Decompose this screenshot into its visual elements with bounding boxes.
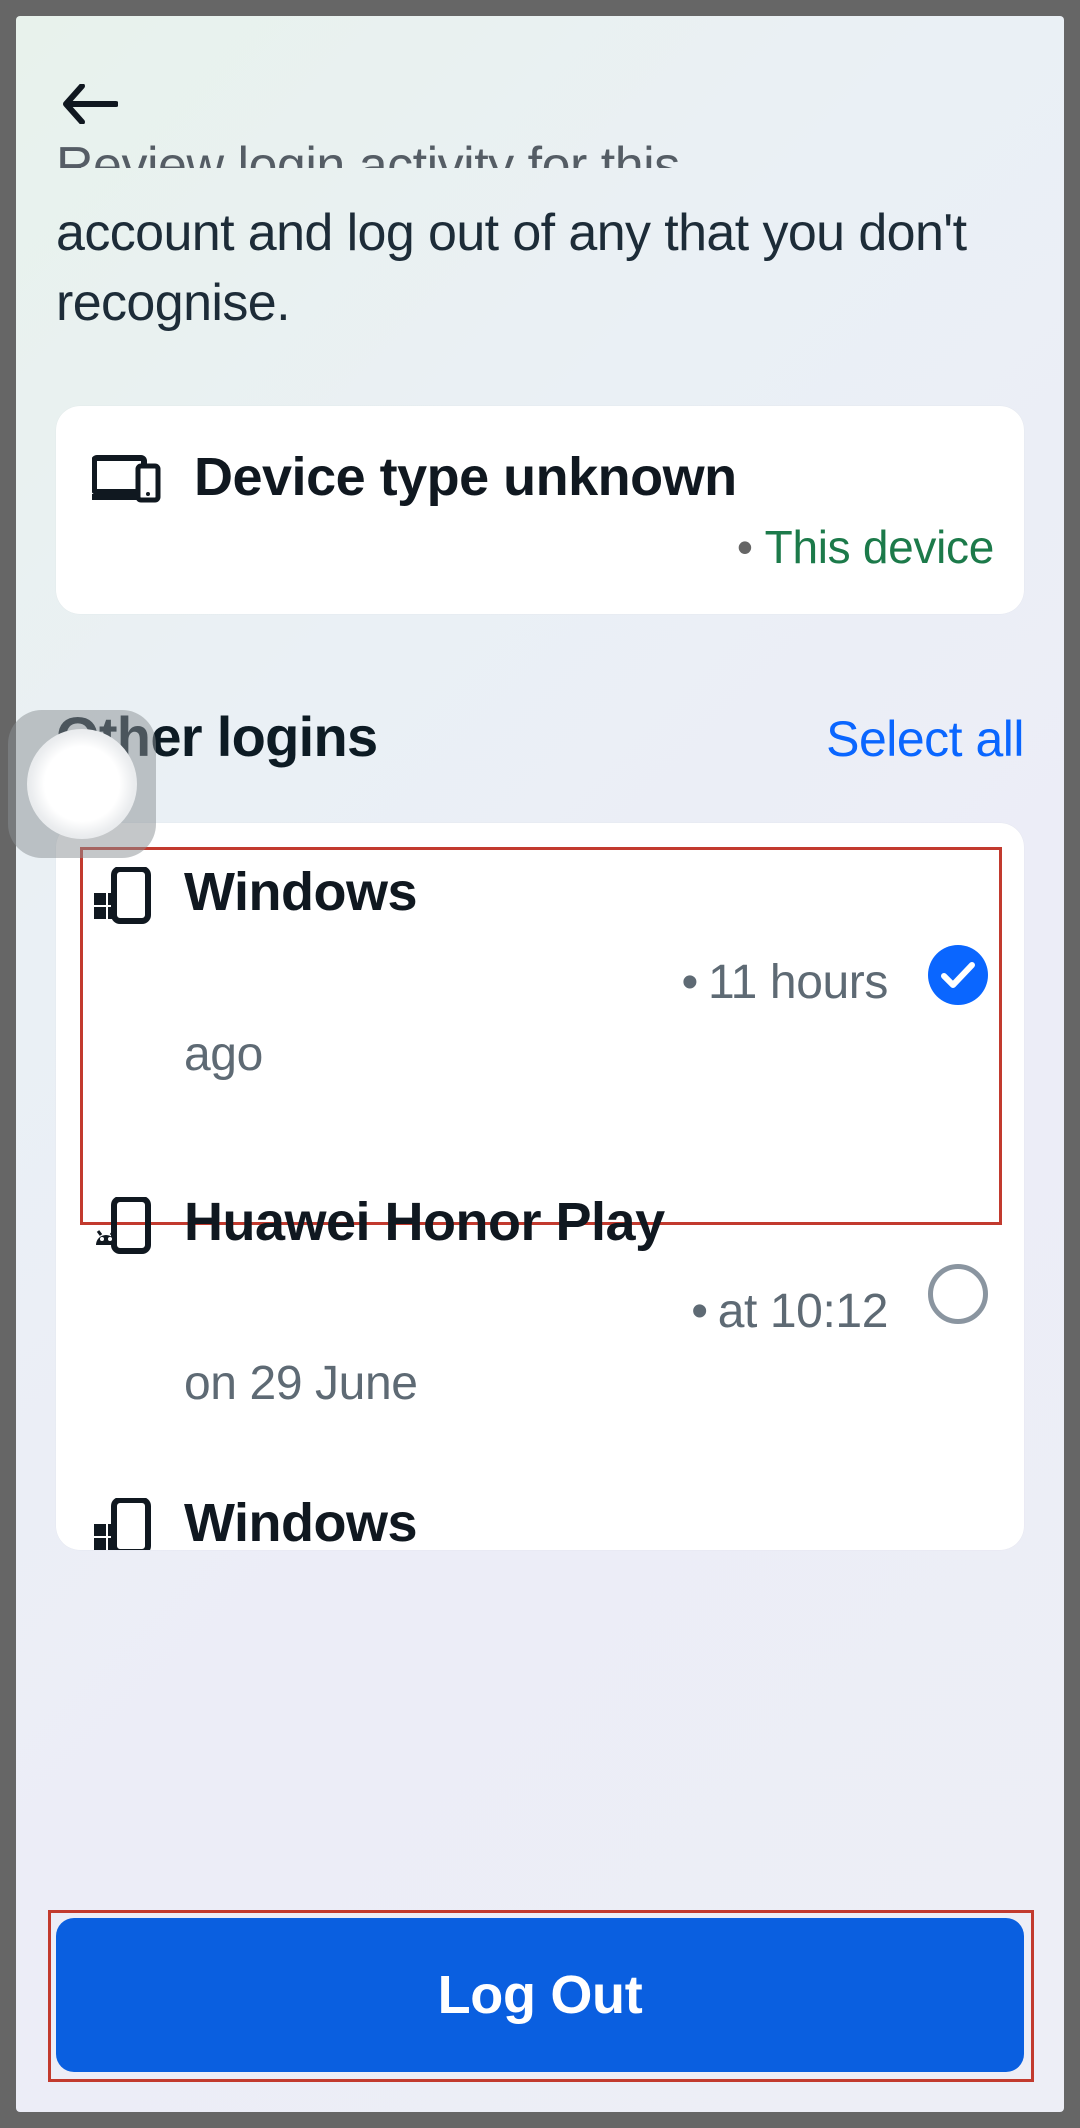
login-item-subtitle: •11 hours ago (184, 947, 894, 1091)
login-item-title: Windows (184, 859, 894, 927)
login-item-subtitle: •at 10:12 on 29 June (184, 1276, 894, 1420)
page-description: account and log out of any that you don'… (56, 198, 1024, 338)
windows-phone-icon (92, 1498, 152, 1550)
devices-icon (92, 452, 162, 509)
login-item-huawei[interactable]: Huawei Honor Play •at 10:12 on 29 June (56, 1127, 1024, 1461)
logout-button[interactable]: Log Out (56, 1918, 1024, 2072)
login-item-windows-2[interactable]: Windows (56, 1460, 1024, 1550)
login-item-title: Huawei Honor Play (184, 1189, 894, 1257)
description-cut-line: Review login activity for this (56, 138, 1024, 168)
windows-phone-icon (92, 867, 152, 932)
this-device-badge: •This device (194, 520, 994, 574)
android-phone-icon (92, 1197, 152, 1262)
login-item-checkbox[interactable] (928, 945, 988, 1005)
login-item-windows[interactable]: Windows •11 hours ago (56, 823, 1024, 1127)
select-all-link[interactable]: Select all (826, 710, 1024, 768)
current-device-title: Device type unknown (194, 446, 994, 508)
current-device-card[interactable]: Device type unknown •This device (56, 406, 1024, 614)
logins-list: Windows •11 hours ago (56, 823, 1024, 1550)
check-icon (941, 961, 975, 989)
assistive-touch-button[interactable] (8, 710, 156, 858)
login-item-checkbox[interactable] (928, 1264, 988, 1324)
back-button[interactable] (56, 70, 124, 138)
arrow-left-icon (62, 84, 118, 124)
login-item-title: Windows (184, 1490, 894, 1550)
